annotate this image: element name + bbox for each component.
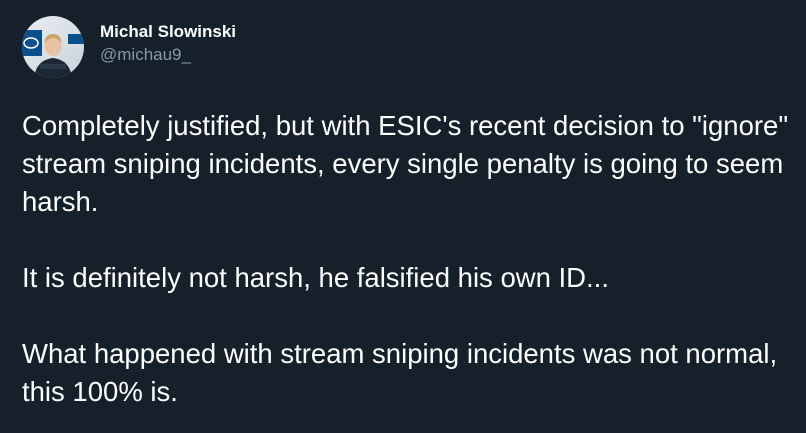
tweet-paragraph: Completely justified, but with ESIC's re… — [22, 110, 789, 217]
tweet-card: Michal Slowinski @michau9_ Completely ju… — [0, 0, 806, 433]
author-display-name[interactable]: Michal Slowinski — [100, 21, 236, 43]
tweet-text: Completely justified, but with ESIC's re… — [22, 107, 792, 411]
tweet-header: Michal Slowinski @michau9_ — [22, 16, 236, 78]
tweet-paragraph: It is definitely not harsh, he falsified… — [22, 262, 609, 293]
author-handle[interactable]: @michau9_ — [100, 43, 236, 67]
avatar[interactable] — [22, 16, 84, 78]
tweet-paragraph: What happened with stream sniping incide… — [22, 338, 778, 407]
author-identity: Michal Slowinski @michau9_ — [100, 21, 236, 67]
avatar-image — [22, 16, 84, 78]
